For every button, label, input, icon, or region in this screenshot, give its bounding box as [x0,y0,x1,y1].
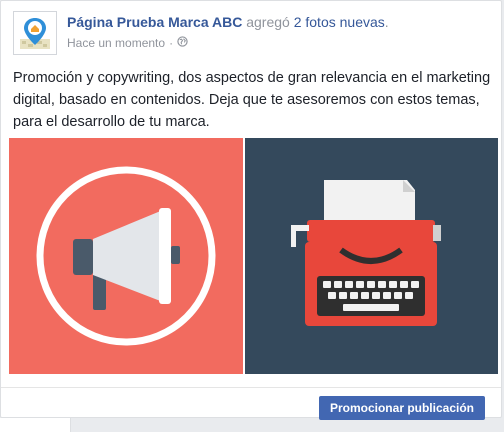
photo-megaphone[interactable] [9,138,243,374]
location-pin-icon [14,12,56,54]
page-avatar[interactable] [13,11,57,55]
globe-icon[interactable] [177,35,188,51]
post-action-text: agregó [246,14,290,30]
post-header: Página Prueba Marca ABC agregó 2 fotos n… [13,11,489,57]
photos-link[interactable]: 2 fotos nuevas [294,14,385,30]
typewriter-icon [291,180,441,326]
post-body: Promoción y copywriting, dos aspectos de… [13,70,491,130]
post-meta: Página Prueba Marca ABC agregó 2 fotos n… [67,13,489,51]
post-footer: Promocionar publicación [1,387,501,420]
meta-separator: · [169,36,174,50]
photo-typewriter[interactable] [245,138,498,374]
post-title-line: Página Prueba Marca ABC agregó 2 fotos n… [67,13,489,31]
promote-post-button[interactable]: Promocionar publicación [318,396,485,420]
adjacent-panel-edge [0,418,71,432]
megaphone-icon [36,166,216,346]
photo-grid [9,138,498,374]
post-action-suffix: . [384,14,389,30]
post-card: Página Prueba Marca ABC agregó 2 fotos n… [0,0,502,420]
post-timestamp[interactable]: Hace un momento [67,35,165,51]
post-timestamp-line: Hace un momento · [67,35,489,51]
page-name-link[interactable]: Página Prueba Marca ABC [67,14,242,30]
